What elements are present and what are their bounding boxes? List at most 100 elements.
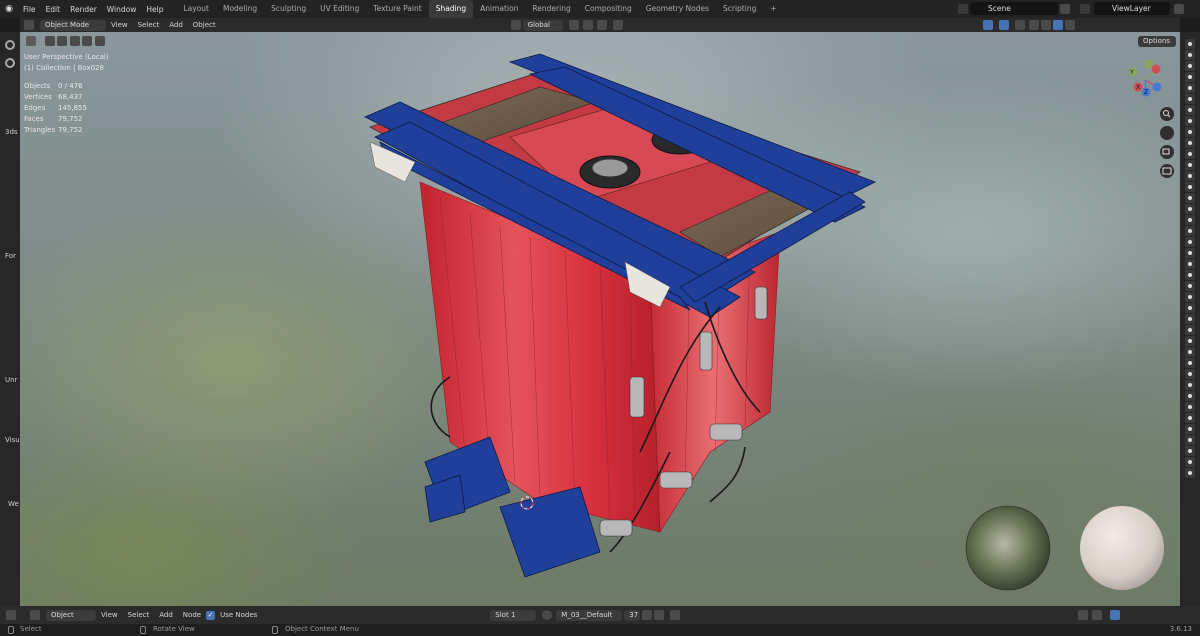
scene-field[interactable]: Scene bbox=[970, 2, 1058, 15]
visibility-toggle-icon[interactable] bbox=[1185, 281, 1195, 291]
scene-new-icon[interactable] bbox=[1060, 4, 1070, 14]
tab-rendering[interactable]: Rendering bbox=[525, 0, 577, 18]
visibility-toggle-icon[interactable] bbox=[1185, 248, 1195, 258]
orientation-dropdown[interactable]: Global bbox=[522, 19, 563, 31]
visibility-toggle-icon[interactable] bbox=[1185, 424, 1195, 434]
tab-modeling[interactable]: Modeling bbox=[216, 0, 264, 18]
mode-dropdown[interactable]: Object Mode bbox=[40, 19, 106, 31]
menu-edit[interactable]: Edit bbox=[41, 5, 66, 14]
visibility-toggle-icon[interactable] bbox=[1185, 457, 1195, 467]
visibility-toggle-icon[interactable] bbox=[1185, 127, 1195, 137]
editor-type-icon-bottom[interactable] bbox=[6, 610, 16, 620]
scene-selector-icon[interactable] bbox=[958, 4, 968, 14]
shading-rendered-icon[interactable] bbox=[1064, 20, 1075, 30]
visibility-toggle-icon[interactable] bbox=[1185, 182, 1195, 192]
header-menu-view[interactable]: View bbox=[106, 21, 133, 29]
visibility-toggle-icon[interactable] bbox=[1185, 325, 1195, 335]
snap-icon[interactable] bbox=[582, 20, 593, 30]
material-unlink-icon[interactable] bbox=[654, 610, 665, 620]
tab-compositing[interactable]: Compositing bbox=[578, 0, 639, 18]
node-view-icon[interactable] bbox=[1110, 610, 1121, 620]
visibility-toggle-icon[interactable] bbox=[1185, 446, 1195, 456]
node-menu-add[interactable]: Add bbox=[154, 611, 178, 619]
tab-scripting[interactable]: Scripting bbox=[716, 0, 763, 18]
visibility-toggle-icon[interactable] bbox=[1185, 204, 1195, 214]
visibility-toggle-icon[interactable] bbox=[1185, 358, 1195, 368]
visibility-toggle-icon[interactable] bbox=[1185, 138, 1195, 148]
header-menu-add[interactable]: Add bbox=[164, 21, 188, 29]
visibility-toggle-icon[interactable] bbox=[1185, 369, 1195, 379]
menu-help[interactable]: Help bbox=[141, 5, 168, 14]
visibility-toggle-icon[interactable] bbox=[1185, 270, 1195, 280]
overlay-toggle-icon[interactable] bbox=[998, 20, 1009, 30]
header-menu-select[interactable]: Select bbox=[133, 21, 165, 29]
material-users-count[interactable]: 37 bbox=[624, 609, 641, 621]
visibility-toggle-icon[interactable] bbox=[1185, 303, 1195, 313]
shading-solid-icon[interactable] bbox=[1040, 20, 1051, 30]
tab-geometry-nodes[interactable]: Geometry Nodes bbox=[639, 0, 716, 18]
snap-node-icon[interactable] bbox=[1078, 610, 1089, 620]
visibility-toggle-icon[interactable] bbox=[1185, 391, 1195, 401]
visibility-toggle-icon[interactable] bbox=[1185, 83, 1195, 93]
tab-shading[interactable]: Shading bbox=[428, 0, 474, 18]
xray-icon[interactable] bbox=[1014, 20, 1025, 30]
visibility-toggle-icon[interactable] bbox=[1185, 215, 1195, 225]
visibility-toggle-icon[interactable] bbox=[1185, 468, 1195, 478]
visibility-toggle-icon[interactable] bbox=[1185, 72, 1195, 82]
shader-object-dropdown[interactable]: Object bbox=[46, 609, 96, 621]
pivot-icon[interactable] bbox=[568, 20, 579, 30]
visibility-toggle-icon[interactable] bbox=[1185, 39, 1195, 49]
node-overlay-icon[interactable] bbox=[1092, 610, 1103, 620]
material-icon[interactable] bbox=[542, 610, 553, 620]
slot-dropdown[interactable]: Slot 1 bbox=[490, 609, 537, 621]
settings-icon[interactable] bbox=[5, 40, 15, 50]
pin-icon[interactable] bbox=[670, 610, 681, 620]
node-menu-view[interactable]: View bbox=[96, 611, 123, 619]
shading-material-icon[interactable] bbox=[1052, 20, 1063, 30]
visibility-toggle-icon[interactable] bbox=[1185, 116, 1195, 126]
tab-layout[interactable]: Layout bbox=[176, 0, 216, 18]
view-layer-new-icon[interactable] bbox=[1174, 4, 1184, 14]
visibility-toggle-icon[interactable] bbox=[1185, 226, 1195, 236]
visibility-toggle-icon[interactable] bbox=[1185, 413, 1195, 423]
shading-wire-icon[interactable] bbox=[1028, 20, 1039, 30]
visibility-toggle-icon[interactable] bbox=[1185, 105, 1195, 115]
visibility-toggle-icon[interactable] bbox=[1185, 435, 1195, 445]
visibility-toggle-icon[interactable] bbox=[1185, 402, 1195, 412]
tab-texture-paint[interactable]: Texture Paint bbox=[366, 0, 428, 18]
node-menu-node[interactable]: Node bbox=[178, 611, 206, 619]
visibility-toggle-icon[interactable] bbox=[1185, 94, 1195, 104]
blender-logo-icon[interactable]: ◉ bbox=[0, 4, 18, 14]
3d-viewport[interactable]: Options User Perspective (Local) (1) Col… bbox=[20, 32, 1180, 606]
search-icon[interactable] bbox=[5, 58, 15, 68]
menu-file[interactable]: File bbox=[18, 5, 41, 14]
editor-type-icon[interactable] bbox=[20, 20, 40, 30]
menu-render[interactable]: Render bbox=[65, 5, 102, 14]
tab-animation[interactable]: Animation bbox=[473, 0, 525, 18]
visibility-toggle-icon[interactable] bbox=[1185, 171, 1195, 181]
visibility-toggle-icon[interactable] bbox=[1185, 193, 1195, 203]
tab-sculpting[interactable]: Sculpting bbox=[264, 0, 313, 18]
transform-orientation-icon[interactable] bbox=[510, 20, 521, 30]
gizmo-toggle-icon[interactable] bbox=[982, 20, 993, 30]
visibility-toggle-icon[interactable] bbox=[1185, 314, 1195, 324]
snap-target-icon[interactable] bbox=[596, 20, 607, 30]
visibility-toggle-icon[interactable] bbox=[1185, 336, 1195, 346]
menu-window[interactable]: Window bbox=[102, 5, 142, 14]
visibility-toggle-icon[interactable] bbox=[1185, 50, 1195, 60]
view-layer-icon[interactable] bbox=[1080, 4, 1090, 14]
header-menu-object[interactable]: Object bbox=[188, 21, 221, 29]
shader-type-icon[interactable] bbox=[30, 610, 40, 620]
visibility-toggle-icon[interactable] bbox=[1185, 380, 1195, 390]
use-nodes-checkbox[interactable]: ✓ bbox=[206, 610, 216, 620]
proportional-icon[interactable] bbox=[612, 20, 623, 30]
visibility-toggle-icon[interactable] bbox=[1185, 237, 1195, 247]
visibility-toggle-icon[interactable] bbox=[1185, 259, 1195, 269]
visibility-toggle-icon[interactable] bbox=[1185, 149, 1195, 159]
material-name-field[interactable]: M_03__Default bbox=[556, 609, 623, 621]
material-duplicate-icon[interactable] bbox=[642, 610, 653, 620]
tab-uv-editing[interactable]: UV Editing bbox=[313, 0, 366, 18]
visibility-toggle-icon[interactable] bbox=[1185, 61, 1195, 71]
visibility-toggle-icon[interactable] bbox=[1185, 347, 1195, 357]
node-menu-select[interactable]: Select bbox=[123, 611, 155, 619]
